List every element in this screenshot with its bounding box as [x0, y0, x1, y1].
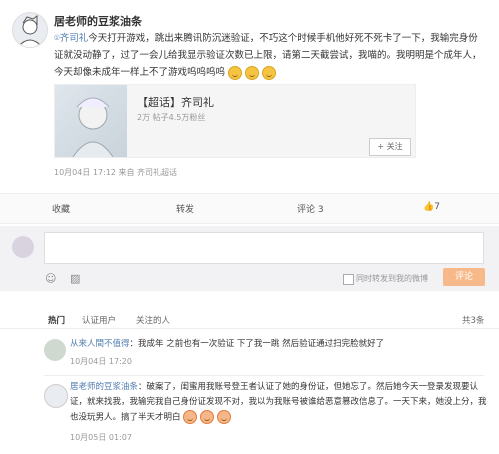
comment-meta: 10月04日 17:20 — [70, 357, 132, 366]
my-avatar — [12, 236, 34, 258]
comment-body: 我成年 之前也有一次验证 下了我一跳 然后验证通过扫完脸就好了 — [138, 339, 385, 349]
crying-emoji-icon — [200, 410, 215, 424]
comment-divider — [44, 375, 484, 376]
author-avatar[interactable] — [12, 12, 48, 48]
topic-link[interactable]: 齐司礼 — [60, 33, 89, 44]
comment-meta: 10月05日 01:07 — [70, 433, 132, 442]
post-meta: 10月04日 17:12 来自 齐司礼超话 — [54, 168, 178, 177]
supertopic-card[interactable]: 【超话】齐司礼 2万 帖子4.5万粉丝 + 关注 — [54, 84, 416, 158]
image-upload-icon[interactable]: ▨ — [70, 272, 80, 285]
thumb-up-icon: 👍 — [423, 202, 435, 212]
crying-emoji-icon — [245, 65, 260, 80]
comment-button[interactable]: 评论 3 — [297, 202, 324, 215]
card-thumbnail — [55, 85, 127, 158]
avatar-illustration-icon — [17, 15, 43, 47]
post-author[interactable]: 居老师的豆浆油条 — [54, 13, 142, 29]
post-text: ⌾齐司礼今天打开游戏，跳出来腾讯防沉迷验证，不巧这个时候手机他好死不死卡了一下，… — [54, 30, 484, 81]
comment-tabs: 热门 认证用户 关注的人 共3条 — [0, 306, 499, 329]
comment-author[interactable]: 居老师的豆浆油条 — [70, 382, 138, 392]
submit-comment-button[interactable]: 评论 — [443, 268, 485, 286]
crying-emoji-icon — [183, 410, 198, 424]
repost-checkbox[interactable] — [343, 274, 354, 285]
comment-text: 居老师的豆浆油条：破案了，闺蜜用我账号登王者认证了她的身份证，但她忘了。然后她今… — [70, 382, 487, 424]
composer: ☺ ▨ 同时转发到我的微博 评论 — [0, 226, 499, 291]
action-bar: 收藏 转发 评论 3 👍7 — [0, 193, 499, 224]
tab-hot[interactable]: 热门 — [48, 314, 65, 326]
crying-emoji-icon — [217, 410, 232, 424]
crying-emoji-icon — [262, 65, 277, 80]
comment-count: 共3条 — [462, 316, 485, 326]
tab-followed[interactable]: 关注的人 — [136, 314, 170, 326]
follow-button[interactable]: + 关注 — [369, 138, 411, 156]
tab-verified[interactable]: 认证用户 — [82, 314, 116, 326]
comment-author[interactable]: 从来人間不值得 — [70, 339, 130, 349]
crying-emoji-icon — [228, 65, 243, 80]
character-portrait-icon — [72, 97, 114, 158]
card-stats: 2万 帖子4.5万粉丝 — [137, 113, 206, 122]
repost-checkbox-label: 同时转发到我的微博 — [356, 274, 428, 283]
comment-avatar[interactable] — [44, 339, 66, 361]
repost-button[interactable]: 转发 — [176, 202, 194, 215]
like-button[interactable]: 👍7 — [423, 202, 440, 212]
comment-avatar[interactable] — [44, 384, 68, 408]
like-count: 7 — [434, 202, 440, 212]
emoji-picker-icon[interactable]: ☺ — [45, 272, 56, 285]
comment-input[interactable] — [44, 232, 484, 264]
card-title: 【超话】齐司礼 — [137, 96, 214, 109]
comment-text: 从来人間不值得：我成年 之前也有一次验证 下了我一跳 然后验证通过扫完脸就好了 — [70, 339, 385, 349]
collect-button[interactable]: 收藏 — [52, 202, 70, 215]
